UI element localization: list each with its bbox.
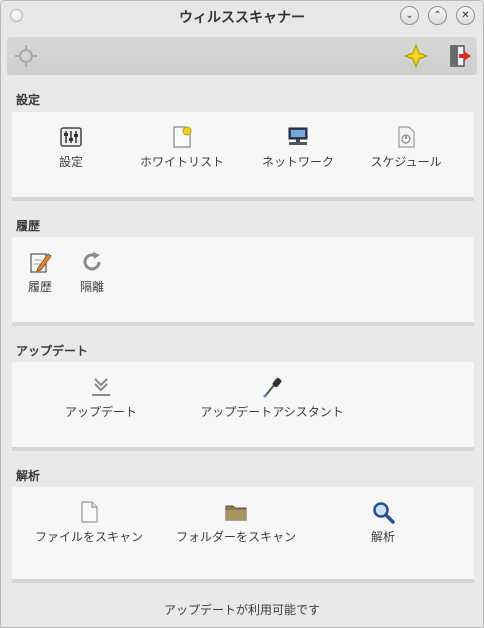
settings-section-title: 設定 xyxy=(16,93,41,107)
quarantine-item[interactable]: 隔離 xyxy=(76,237,108,295)
whitelist-icon xyxy=(173,126,192,148)
history-panel: 履歴 隔離 xyxy=(12,237,474,326)
schedule-icon xyxy=(398,126,415,148)
folder-icon xyxy=(225,505,247,521)
schedule-item[interactable]: スケジュール xyxy=(368,112,444,170)
close-button[interactable]: ✕ xyxy=(456,6,475,25)
schedule-item-label: スケジュール xyxy=(370,155,442,169)
analysis-section-title: 解析 xyxy=(16,469,41,483)
scan-file-item-label: ファイルをスキャン xyxy=(34,530,143,544)
quarantine-icon xyxy=(83,252,101,271)
app-window: ウィルススキャナー ⌄ ⌃ ✕ 設定 設定 ホワイトリスト ネットワーク スケジ… xyxy=(0,0,484,628)
network-item[interactable]: ネットワーク xyxy=(256,112,340,170)
history-section-title: 履歴 xyxy=(16,219,41,233)
minimize-button[interactable]: ⌄ xyxy=(400,6,419,25)
star-icon[interactable] xyxy=(403,43,429,69)
pencil-note-icon xyxy=(30,253,52,273)
update-assistant-item[interactable]: アップデートアシスタント xyxy=(198,362,346,420)
whitelist-item-label: ホワイトリスト xyxy=(139,155,224,169)
exit-icon[interactable] xyxy=(447,43,473,69)
network-icon xyxy=(288,127,308,145)
network-item-label: ネットワーク xyxy=(261,155,334,169)
sliders-icon xyxy=(60,127,82,147)
settings-item-label: 設定 xyxy=(58,155,83,169)
history-item[interactable]: 履歴 xyxy=(24,237,56,295)
toolbar xyxy=(7,37,477,75)
file-icon xyxy=(81,501,98,523)
whitelist-item[interactable]: ホワイトリスト xyxy=(135,112,229,170)
update-section-title: アップデート xyxy=(16,344,89,358)
scan-folder-item-label: フォルダーをスキャン xyxy=(175,530,296,544)
eyedropper-icon xyxy=(263,377,282,398)
status-text: アップデートが利用可能です xyxy=(163,603,320,617)
settings-item[interactable]: 設定 xyxy=(46,112,96,170)
scan-folder-item[interactable]: フォルダーをスキャン xyxy=(174,487,298,545)
quarantine-item-label: 隔離 xyxy=(79,280,104,294)
maximize-button[interactable]: ⌃ xyxy=(428,6,447,25)
update-panel: アップデート アップデートアシスタント xyxy=(12,362,474,451)
analysis-item-label: 解析 xyxy=(370,530,395,544)
update-assistant-item-label: アップデートアシスタント xyxy=(200,405,344,419)
analysis-item[interactable]: 解析 xyxy=(362,487,404,545)
settings-panel: 設定 ホワイトリスト ネットワーク スケジュール xyxy=(12,112,474,201)
update-item-label: アップデート xyxy=(64,405,137,419)
title-bar[interactable]: ウィルススキャナー ⌄ ⌃ ✕ xyxy=(1,1,483,31)
scan-file-item[interactable]: ファイルをスキャン xyxy=(32,487,146,545)
crosshair-icon[interactable] xyxy=(13,43,39,69)
magnifier-icon xyxy=(373,502,395,524)
analysis-panel: ファイルをスキャン フォルダーをスキャン 解析 xyxy=(12,487,474,583)
download-icon xyxy=(92,378,110,396)
history-item-label: 履歴 xyxy=(27,280,52,294)
update-item[interactable]: アップデート xyxy=(62,362,140,420)
